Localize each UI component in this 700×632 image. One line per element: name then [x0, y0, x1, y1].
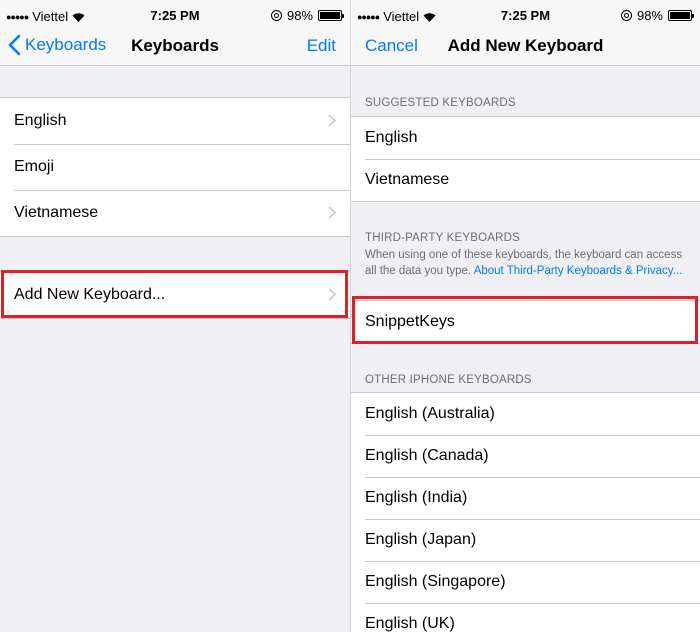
list-item[interactable]: English (Canada) — [351, 435, 700, 477]
add-keyboard-group: Add New Keyboard... — [0, 271, 350, 319]
chevron-right-icon — [328, 114, 336, 127]
battery-fill — [320, 12, 340, 19]
battery-icon — [318, 10, 344, 21]
add-new-keyboard-screen: ●●●●● Viettel 7:25 PM 98% Cancel Add New… — [350, 0, 700, 632]
orientation-lock-icon — [620, 10, 632, 21]
keyboard-row-vietnamese[interactable]: Vietnamese — [0, 190, 350, 236]
status-bar: ●●●●● Viettel 7:25 PM 98% — [0, 0, 350, 28]
list-item[interactable]: English — [351, 117, 700, 159]
battery-percent: 98% — [636, 8, 663, 23]
screens: ●●●●● Viettel 7:25 PM 98% Keyboards Keyb… — [0, 0, 700, 632]
status-bar: ●●●●● Viettel 7:25 PM 98% — [351, 0, 700, 28]
keyboard-label: English — [365, 129, 418, 146]
edit-button[interactable]: Edit — [307, 36, 336, 56]
keyboard-list: English Emoji Vietnamese — [0, 97, 350, 237]
keyboard-label: English (Australia) — [365, 405, 495, 422]
suggested-keyboards-header: SUGGESTED KEYBOARDS — [365, 97, 516, 109]
nav-bar: Cancel Add New Keyboard — [351, 28, 700, 66]
third-party-keyboards-list: SnippetKeys — [351, 300, 700, 344]
keyboard-row-english[interactable]: English — [0, 98, 350, 144]
suggested-keyboards-list: English Vietnamese — [351, 116, 700, 202]
status-right: 98% — [620, 8, 694, 23]
list-item[interactable]: English (Australia) — [351, 393, 700, 435]
third-party-note: When using one of these keyboards, the k… — [365, 247, 690, 279]
add-new-keyboard-label: Add New Keyboard... — [14, 286, 166, 303]
keyboard-label: English (Japan) — [365, 531, 477, 548]
keyboard-label: SnippetKeys — [365, 313, 455, 330]
keyboard-row-emoji[interactable]: Emoji — [0, 144, 350, 190]
keyboards-screen: ●●●●● Viettel 7:25 PM 98% Keyboards Keyb… — [0, 0, 350, 632]
battery-icon — [668, 10, 694, 21]
battery-percent: 98% — [286, 8, 313, 23]
other-keyboards-list: English (Australia) English (Canada) Eng… — [351, 392, 700, 632]
chevron-right-icon — [328, 206, 336, 219]
status-right: 98% — [270, 8, 344, 23]
list-item[interactable]: English (India) — [351, 477, 700, 519]
keyboard-label: Vietnamese — [14, 204, 99, 221]
list-item[interactable]: English (Singapore) — [351, 561, 700, 603]
chevron-right-icon — [328, 288, 336, 301]
third-party-keyboards-header: THIRD-PARTY KEYBOARDS — [365, 232, 521, 244]
page-title: Keyboards — [131, 36, 219, 55]
list-item[interactable]: Vietnamese — [351, 159, 700, 201]
other-keyboards-header: OTHER IPHONE KEYBOARDS — [365, 374, 532, 386]
page-title: Add New Keyboard — [447, 36, 604, 55]
battery-fill — [670, 12, 690, 19]
keyboard-label: Emoji — [14, 158, 55, 175]
keyboard-label: English (Canada) — [365, 447, 489, 464]
keyboard-label: English — [14, 112, 67, 129]
orientation-lock-icon — [270, 10, 282, 21]
about-third-party-link[interactable]: About Third-Party Keyboards & Privacy... — [474, 265, 683, 277]
list-item[interactable]: English (Japan) — [351, 519, 700, 561]
keyboard-label: English (India) — [365, 489, 468, 506]
list-item[interactable]: English (UK) — [351, 603, 700, 632]
list-item[interactable]: SnippetKeys — [351, 301, 700, 343]
add-new-keyboard-row[interactable]: Add New Keyboard... — [0, 272, 350, 318]
keyboard-label: English (Singapore) — [365, 573, 506, 590]
nav-bar: Keyboards Keyboards Edit — [0, 28, 350, 66]
keyboard-label: English (UK) — [365, 615, 455, 632]
keyboard-label: Vietnamese — [365, 171, 450, 188]
